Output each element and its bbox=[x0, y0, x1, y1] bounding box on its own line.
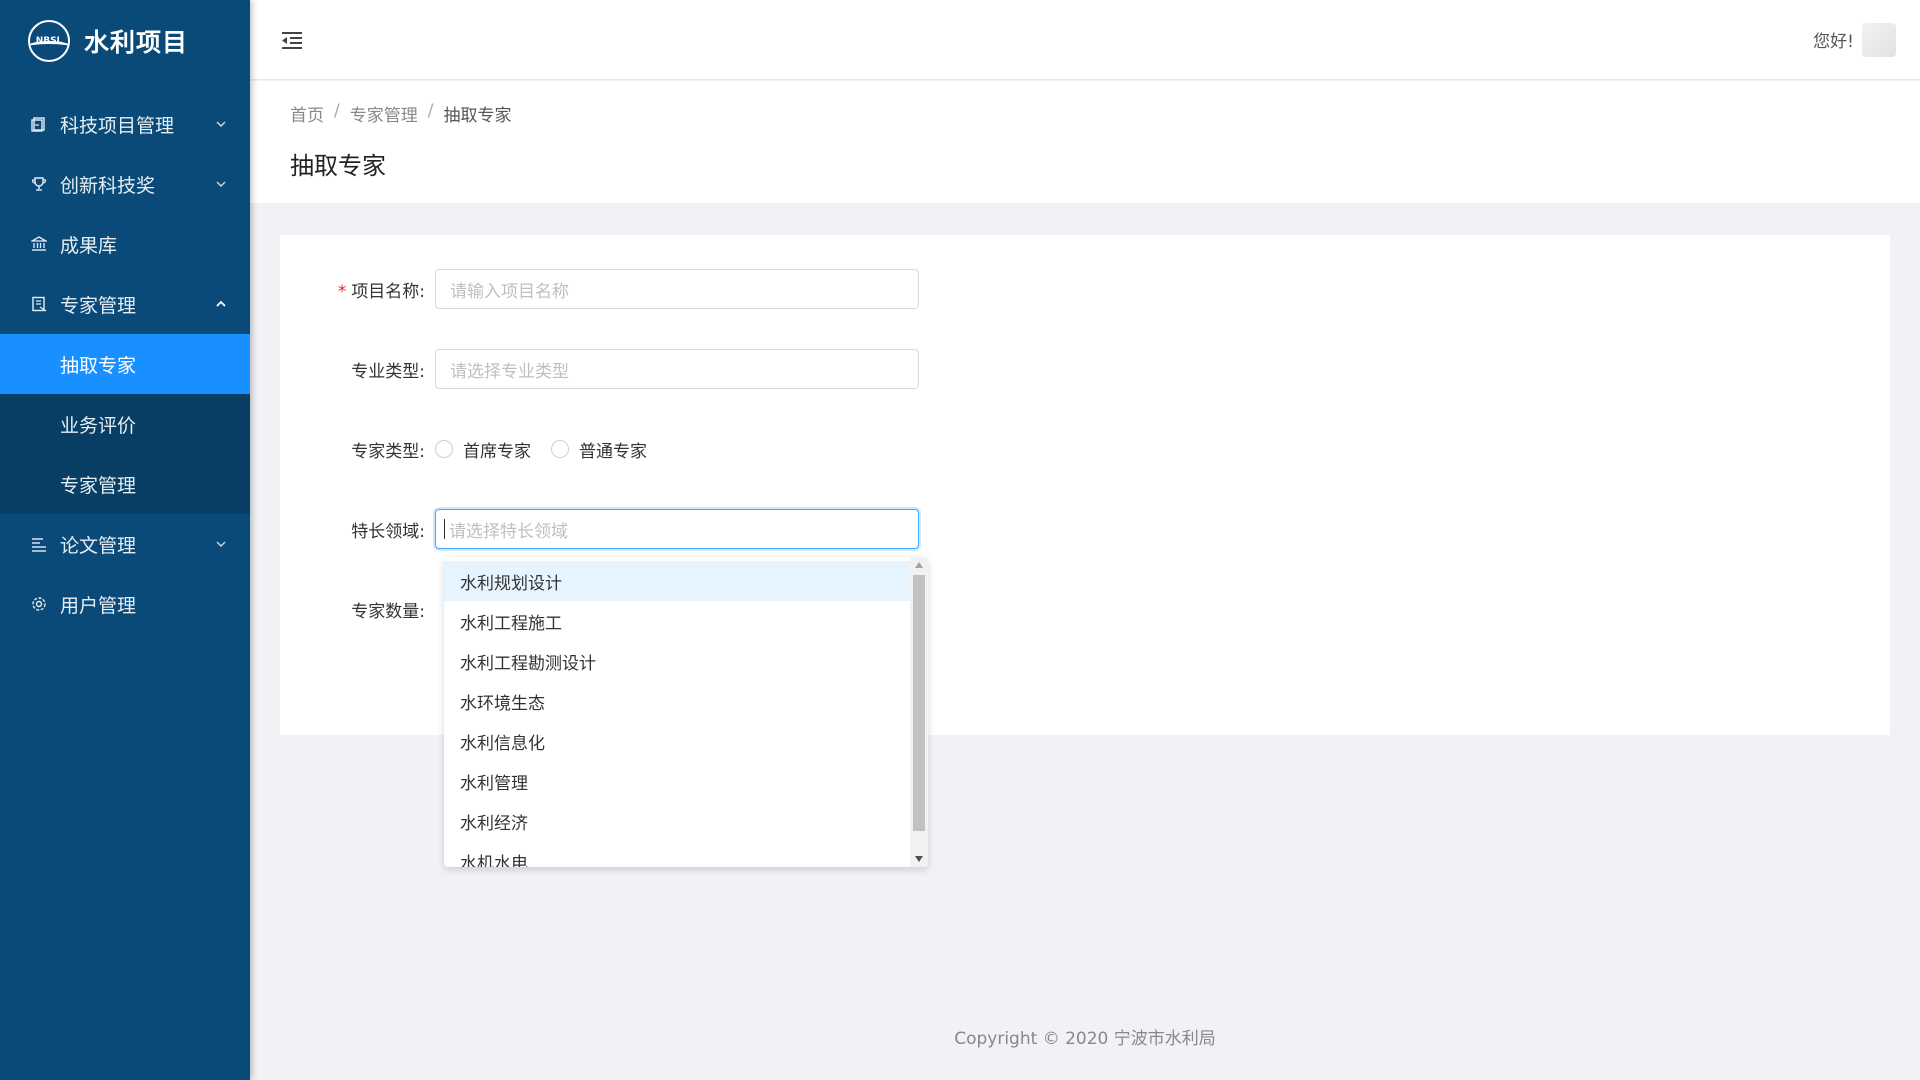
expert-type-radio-group: 首席专家 普通专家 bbox=[435, 437, 667, 462]
top-header: 您好! bbox=[250, 0, 1920, 80]
dropdown-option[interactable]: 水利规划设计 bbox=[444, 561, 910, 601]
chevron-down-icon bbox=[214, 177, 228, 191]
logo[interactable]: NBSL 水利项目 bbox=[0, 0, 250, 82]
page-header: 首页 / 专家管理 / 抽取专家 抽取专家 bbox=[250, 81, 1920, 203]
breadcrumb-current: 抽取专家 bbox=[443, 106, 512, 126]
text-caret bbox=[444, 519, 445, 539]
breadcrumb-separator: / bbox=[334, 101, 340, 121]
app-title: 水利项目 bbox=[84, 28, 189, 57]
trophy-icon bbox=[30, 175, 48, 193]
list-icon bbox=[30, 535, 48, 553]
sidebar-item-results[interactable]: 成果库 bbox=[0, 214, 250, 274]
dropdown-option[interactable]: 水利信息化 bbox=[444, 721, 910, 761]
chevron-up-icon bbox=[214, 297, 228, 311]
form-row-count: 专家数量: bbox=[280, 589, 435, 629]
chevron-down-icon bbox=[214, 537, 228, 551]
radio-chief-expert[interactable]: 首席专家 bbox=[435, 437, 531, 462]
dropdown-option[interactable]: 水利经济 bbox=[444, 801, 910, 841]
specialty-label: 特长领域: bbox=[351, 521, 425, 542]
sidebar-subitem-evaluation[interactable]: 业务评价 bbox=[0, 394, 250, 454]
dropdown-option[interactable]: 水利工程施工 bbox=[444, 601, 910, 641]
user-area: 您好! bbox=[1813, 22, 1896, 57]
form-row-project-name: * 项目名称: 请输入项目名称 bbox=[280, 269, 919, 309]
major-type-label: 专业类型: bbox=[351, 361, 425, 382]
breadcrumb-separator: / bbox=[427, 101, 434, 121]
chevron-down-icon bbox=[214, 117, 228, 131]
radio-circle bbox=[551, 440, 569, 458]
sidebar-item-label: 用户管理 bbox=[60, 594, 137, 617]
sidebar-item-label: 成果库 bbox=[60, 234, 118, 257]
project-name-input[interactable]: 请输入项目名称 bbox=[435, 269, 919, 309]
sidebar-item-expert[interactable]: 专家管理 bbox=[0, 274, 250, 334]
expert-type-label: 专家类型: bbox=[351, 441, 425, 462]
logo-icon: NBSL bbox=[28, 20, 70, 62]
dropdown-list: 水利规划设计 水利工程施工 水利工程勘测设计 水环境生态 水利信息化 水利管理 … bbox=[444, 561, 910, 867]
sidebar-subitem-draw-expert[interactable]: 抽取专家 bbox=[0, 334, 250, 394]
radio-circle bbox=[435, 440, 453, 458]
dropdown-option[interactable]: 水利工程勘测设计 bbox=[444, 641, 910, 681]
breadcrumb-expert-management[interactable]: 专家管理 bbox=[350, 101, 418, 126]
sidebar-subitem-expert-manage[interactable]: 专家管理 bbox=[0, 454, 250, 514]
sidebar: NBSL 水利项目 科技项目管理 创新科技奖 成果库 专家管理 抽取专家 业务评… bbox=[0, 0, 250, 1080]
specialty-select[interactable]: 请选择特长领域 bbox=[435, 509, 919, 549]
form-row-major-type: 专业类型: 请选择专业类型 bbox=[280, 349, 919, 389]
required-mark: * bbox=[337, 281, 348, 302]
sidebar-item-award[interactable]: 创新科技奖 bbox=[0, 154, 250, 214]
sidebar-item-label: 专家管理 bbox=[60, 294, 137, 317]
dropdown-scrollbar[interactable] bbox=[910, 557, 928, 867]
major-type-select[interactable]: 请选择专业类型 bbox=[435, 349, 919, 389]
breadcrumb-home[interactable]: 首页 bbox=[290, 101, 324, 126]
dropdown-option[interactable]: 水利管理 bbox=[444, 761, 910, 801]
project-name-label: * 项目名称: bbox=[337, 281, 425, 302]
gear-icon bbox=[30, 595, 48, 613]
sidebar-item-papers[interactable]: 论文管理 bbox=[0, 514, 250, 574]
menu-fold-icon bbox=[282, 31, 302, 49]
sidebar-menu-lower: 论文管理 用户管理 bbox=[0, 514, 250, 634]
scroll-down-arrow-icon[interactable] bbox=[910, 851, 928, 867]
id-card-icon bbox=[30, 295, 48, 313]
greeting-text: 您好! bbox=[1813, 32, 1854, 52]
sidebar-menu: 科技项目管理 创新科技奖 成果库 专家管理 bbox=[0, 82, 250, 334]
count-label: 专家数量: bbox=[351, 601, 425, 622]
breadcrumb: 首页 / 专家管理 / 抽取专家 bbox=[290, 101, 1920, 126]
form-row-specialty: 特长领域: 请选择特长领域 bbox=[280, 509, 919, 549]
radio-normal-expert[interactable]: 普通专家 bbox=[551, 437, 647, 462]
sidebar-item-label: 论文管理 bbox=[60, 534, 137, 557]
dropdown-option[interactable]: 水机水电 bbox=[444, 841, 910, 868]
document-icon bbox=[30, 115, 48, 133]
menu-fold-button[interactable] bbox=[278, 26, 306, 54]
sidebar-item-label: 科技项目管理 bbox=[60, 114, 175, 137]
specialty-dropdown: 水利规划设计 水利工程施工 水利工程勘测设计 水环境生态 水利信息化 水利管理 … bbox=[444, 557, 928, 867]
expert-submenu: 抽取专家 业务评价 专家管理 bbox=[0, 334, 250, 514]
form-row-expert-type: 专家类型: 首席专家 普通专家 bbox=[280, 429, 667, 469]
scrollbar-thumb[interactable] bbox=[913, 575, 925, 831]
avatar[interactable] bbox=[1862, 22, 1896, 57]
footer-copyright: Copyright © 2020 宁波市水利局 bbox=[954, 1029, 1216, 1049]
dropdown-option[interactable]: 水环境生态 bbox=[444, 681, 910, 721]
bank-icon bbox=[30, 235, 48, 253]
sidebar-item-users[interactable]: 用户管理 bbox=[0, 574, 250, 634]
sidebar-item-label: 创新科技奖 bbox=[60, 174, 156, 197]
sidebar-item-project[interactable]: 科技项目管理 bbox=[0, 94, 250, 154]
scroll-up-arrow-icon[interactable] bbox=[910, 557, 928, 573]
page-title: 抽取专家 bbox=[290, 152, 386, 180]
